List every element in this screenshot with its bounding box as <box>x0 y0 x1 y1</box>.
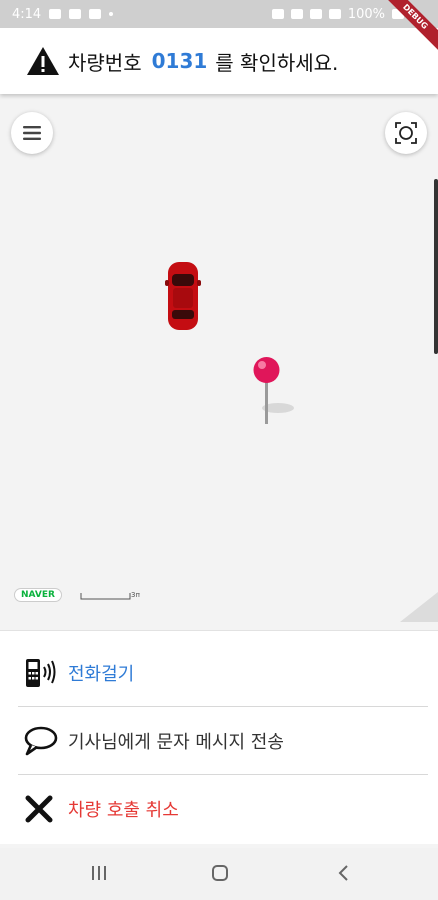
warning-icon <box>27 47 59 75</box>
signal-icon <box>328 9 341 19</box>
dot-icon <box>109 12 114 16</box>
locate-icon <box>395 122 417 144</box>
vehicle-number: 0131 <box>151 49 208 73</box>
menu-button[interactable] <box>11 112 53 154</box>
cancel-call-button[interactable]: 차량 호출 취소 <box>18 775 428 843</box>
status-bar: 4:14 100% <box>0 0 438 28</box>
call-driver-button[interactable]: 전화걸기 <box>18 639 428 707</box>
cancel-label: 차량 호출 취소 <box>68 800 179 821</box>
back-icon[interactable] <box>336 864 350 882</box>
hamburger-icon <box>23 126 41 140</box>
vehicle-check-banner: 차량번호 0131 를 확인하세요. <box>0 28 438 94</box>
wifi-icon <box>309 9 322 19</box>
mute-icon <box>271 9 284 19</box>
action-panel: 전화걸기 기사님에게 문자 메시지 전송 차량 호출 취소 <box>0 630 438 844</box>
pin-icon <box>253 357 294 424</box>
close-icon <box>24 792 64 826</box>
map-corner <box>400 592 438 622</box>
chat-icon <box>89 9 102 19</box>
message-label: 기사님에게 문자 메시지 전송 <box>68 731 284 753</box>
map-view[interactable]: NAVER 3m <box>0 94 438 630</box>
status-time: 4:14 <box>12 6 42 22</box>
chat-icon <box>69 9 82 19</box>
call-label: 전화걸기 <box>68 663 135 685</box>
banner-prefix: 차량번호 <box>68 50 142 75</box>
system-nav-bar <box>0 848 438 900</box>
car-icon <box>165 262 201 330</box>
side-handle[interactable] <box>434 179 438 354</box>
message-driver-button[interactable]: 기사님에게 문자 메시지 전송 <box>18 707 428 775</box>
recent-apps-icon[interactable] <box>90 864 108 882</box>
scale-label: 3m <box>131 591 140 599</box>
location-icon <box>290 9 303 19</box>
current-location-button[interactable] <box>385 112 427 154</box>
naver-logo: NAVER <box>14 588 62 602</box>
banner-suffix: 를 확인하세요. <box>215 50 339 75</box>
phone-icon <box>24 656 64 690</box>
map-scale: 3m <box>80 591 140 600</box>
home-icon[interactable] <box>211 864 229 882</box>
speech-bubble-icon <box>24 724 64 758</box>
battery-level: 100% <box>347 6 385 22</box>
notification-icon <box>49 9 62 19</box>
